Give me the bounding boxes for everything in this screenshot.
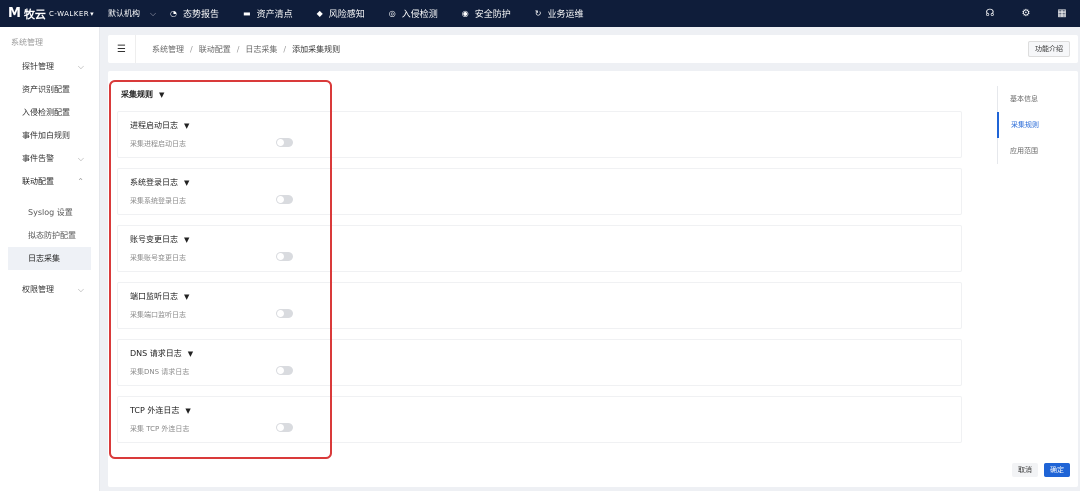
nav-item-risk[interactable]: ◆ 风险感知	[305, 0, 377, 27]
chevron-down-icon: ⌵	[77, 153, 84, 163]
breadcrumb-item[interactable]: 联动配置	[199, 44, 231, 55]
breadcrumb-item[interactable]: 日志采集	[245, 44, 277, 55]
cancel-button[interactable]: 取消	[1012, 463, 1038, 477]
organization-selector[interactable]: 默认机构 ⌵	[100, 0, 158, 27]
sidebar-subitem-mimic[interactable]: 拟态防护配置	[0, 224, 99, 247]
apps-grid-icon[interactable]: ▦	[1044, 8, 1080, 19]
sidebar-title: 系统管理	[11, 38, 43, 47]
red-highlight-box	[109, 80, 332, 459]
sidebar-item-label: 探针管理	[22, 62, 54, 71]
logo-chinese-name: 牧云	[23, 7, 46, 21]
chevron-down-icon: ⌵	[77, 284, 84, 294]
headset-icon[interactable]: ☊	[972, 8, 1008, 19]
feature-intro-button[interactable]: 功能介绍	[1028, 41, 1070, 57]
sidebar-subitem-label: Syslog 设置	[28, 208, 73, 217]
logo-caret-down-icon[interactable]: ▾	[90, 10, 94, 18]
sidebar-item-probe[interactable]: 探针管理 ⌵	[0, 55, 99, 78]
top-right-tools: ☊ ⚙ ▦	[972, 0, 1080, 27]
nav-item-intrusion[interactable]: ◎ 入侵检测	[377, 0, 450, 27]
sidebar-item-label: 权限管理	[22, 285, 54, 294]
breadcrumb-item[interactable]: 系统管理	[152, 44, 184, 55]
chevron-down-icon: ⌵	[150, 8, 157, 18]
globe-icon: ◎	[388, 9, 396, 18]
sidebar-item-asset-config[interactable]: 资产识别配置	[0, 78, 99, 101]
sidebar-item-label: 联动配置	[22, 177, 54, 186]
main-panel: 采集规则 ▼ 进程启动日志 ▼ 采集进程启动日志 系统登录日志 ▼ 采集系统登录日志…	[108, 71, 1078, 487]
nav-item-label: 安全防护	[474, 10, 511, 20]
anchor-item-collection-rules[interactable]: 采集规则	[997, 112, 1057, 138]
operations-icon: ↻	[534, 9, 542, 18]
breadcrumb-separator: /	[236, 44, 240, 54]
security-shield-icon: ◉	[461, 9, 469, 18]
organization-label: 默认机构	[108, 9, 140, 18]
confirm-button[interactable]: 确定	[1044, 463, 1070, 477]
nav-item-label: 业务运维	[547, 10, 584, 20]
anchor-item-scope[interactable]: 应用范围	[998, 138, 1057, 164]
gear-icon[interactable]: ⚙	[1008, 8, 1044, 19]
sidebar-item-linkage[interactable]: 联动配置 ⌃	[0, 170, 99, 193]
nav-item-label: 风险感知	[328, 10, 365, 20]
chevron-up-icon: ⌃	[77, 177, 84, 186]
nav-item-label: 入侵检测	[401, 10, 438, 20]
asset-icon: ▬	[243, 9, 251, 18]
breadcrumb-current: 添加采集规则	[292, 44, 341, 54]
breadcrumb: 系统管理 / 联动配置 / 日志采集 / 添加采集规则	[136, 44, 340, 55]
sidebar-subitem-label: 日志采集	[28, 254, 60, 263]
logo-mark-icon: M	[8, 6, 21, 21]
nav-item-operations[interactable]: ↻ 业务运维	[523, 0, 596, 27]
nav-item-protection[interactable]: ◉ 安全防护	[450, 0, 523, 27]
nav-item-label: 资产清点	[256, 10, 293, 20]
nav-item-dashboard[interactable]: ◔ 态势报告	[158, 0, 231, 27]
form-actions: 取消 确定	[1006, 463, 1070, 477]
nav-item-assets[interactable]: ▬ 资产清点	[231, 0, 305, 27]
main-nav: ◔ 态势报告 ▬ 资产清点 ◆ 风险感知 ◎ 入侵检测 ◉ 安全防护 ↻ 业务运…	[158, 0, 595, 27]
breadcrumb-separator: /	[190, 44, 193, 54]
sidebar-item-intrusion-config[interactable]: 入侵检测配置	[0, 101, 99, 124]
anchor-nav: 基本信息 采集规则 应用范围	[997, 86, 1057, 164]
sidebar-item-label: 资产识别配置	[22, 85, 70, 94]
sidebar-subitem-syslog[interactable]: Syslog 设置	[0, 201, 99, 224]
sidebar-subitem-label: 拟态防护配置	[28, 231, 76, 240]
nav-item-label: 态势报告	[182, 10, 219, 20]
breadcrumb-bar: ☰ 系统管理 / 联动配置 / 日志采集 / 添加采集规则 功能介绍	[108, 35, 1078, 63]
sidebar-item-label: 事件告警	[22, 154, 54, 163]
chevron-down-icon: ⌵	[77, 61, 84, 71]
sidebar-item-permissions[interactable]: 权限管理 ⌵	[0, 278, 99, 301]
top-navigation-bar: M 牧云 C-WALKER ▾ 默认机构 ⌵ ◔ 态势报告 ▬ 资产清点 ◆ 风…	[0, 0, 1080, 27]
risk-shield-icon: ◆	[316, 9, 323, 18]
sidebar-item-whitelist[interactable]: 事件加白规则	[0, 124, 99, 147]
logo-english-name: C-WALKER	[48, 9, 90, 18]
menu-toggle-icon[interactable]: ☰	[108, 35, 136, 63]
sidebar-subitem-log-collection[interactable]: 日志采集	[8, 247, 91, 270]
sidebar-item-alerts[interactable]: 事件告警 ⌵	[0, 147, 99, 170]
breadcrumb-separator: /	[283, 44, 287, 54]
anchor-item-basic-info[interactable]: 基本信息	[998, 86, 1057, 112]
sidebar-item-label: 事件加白规则	[22, 131, 70, 140]
sidebar-item-label: 入侵检测配置	[22, 108, 70, 117]
sidebar: 系统管理 探针管理 ⌵ 资产识别配置 入侵检测配置 事件加白规则 事件告警 ⌵ …	[0, 27, 100, 491]
dashboard-icon: ◔	[170, 9, 177, 18]
brand-logo[interactable]: M 牧云 C-WALKER ▾	[0, 0, 100, 27]
